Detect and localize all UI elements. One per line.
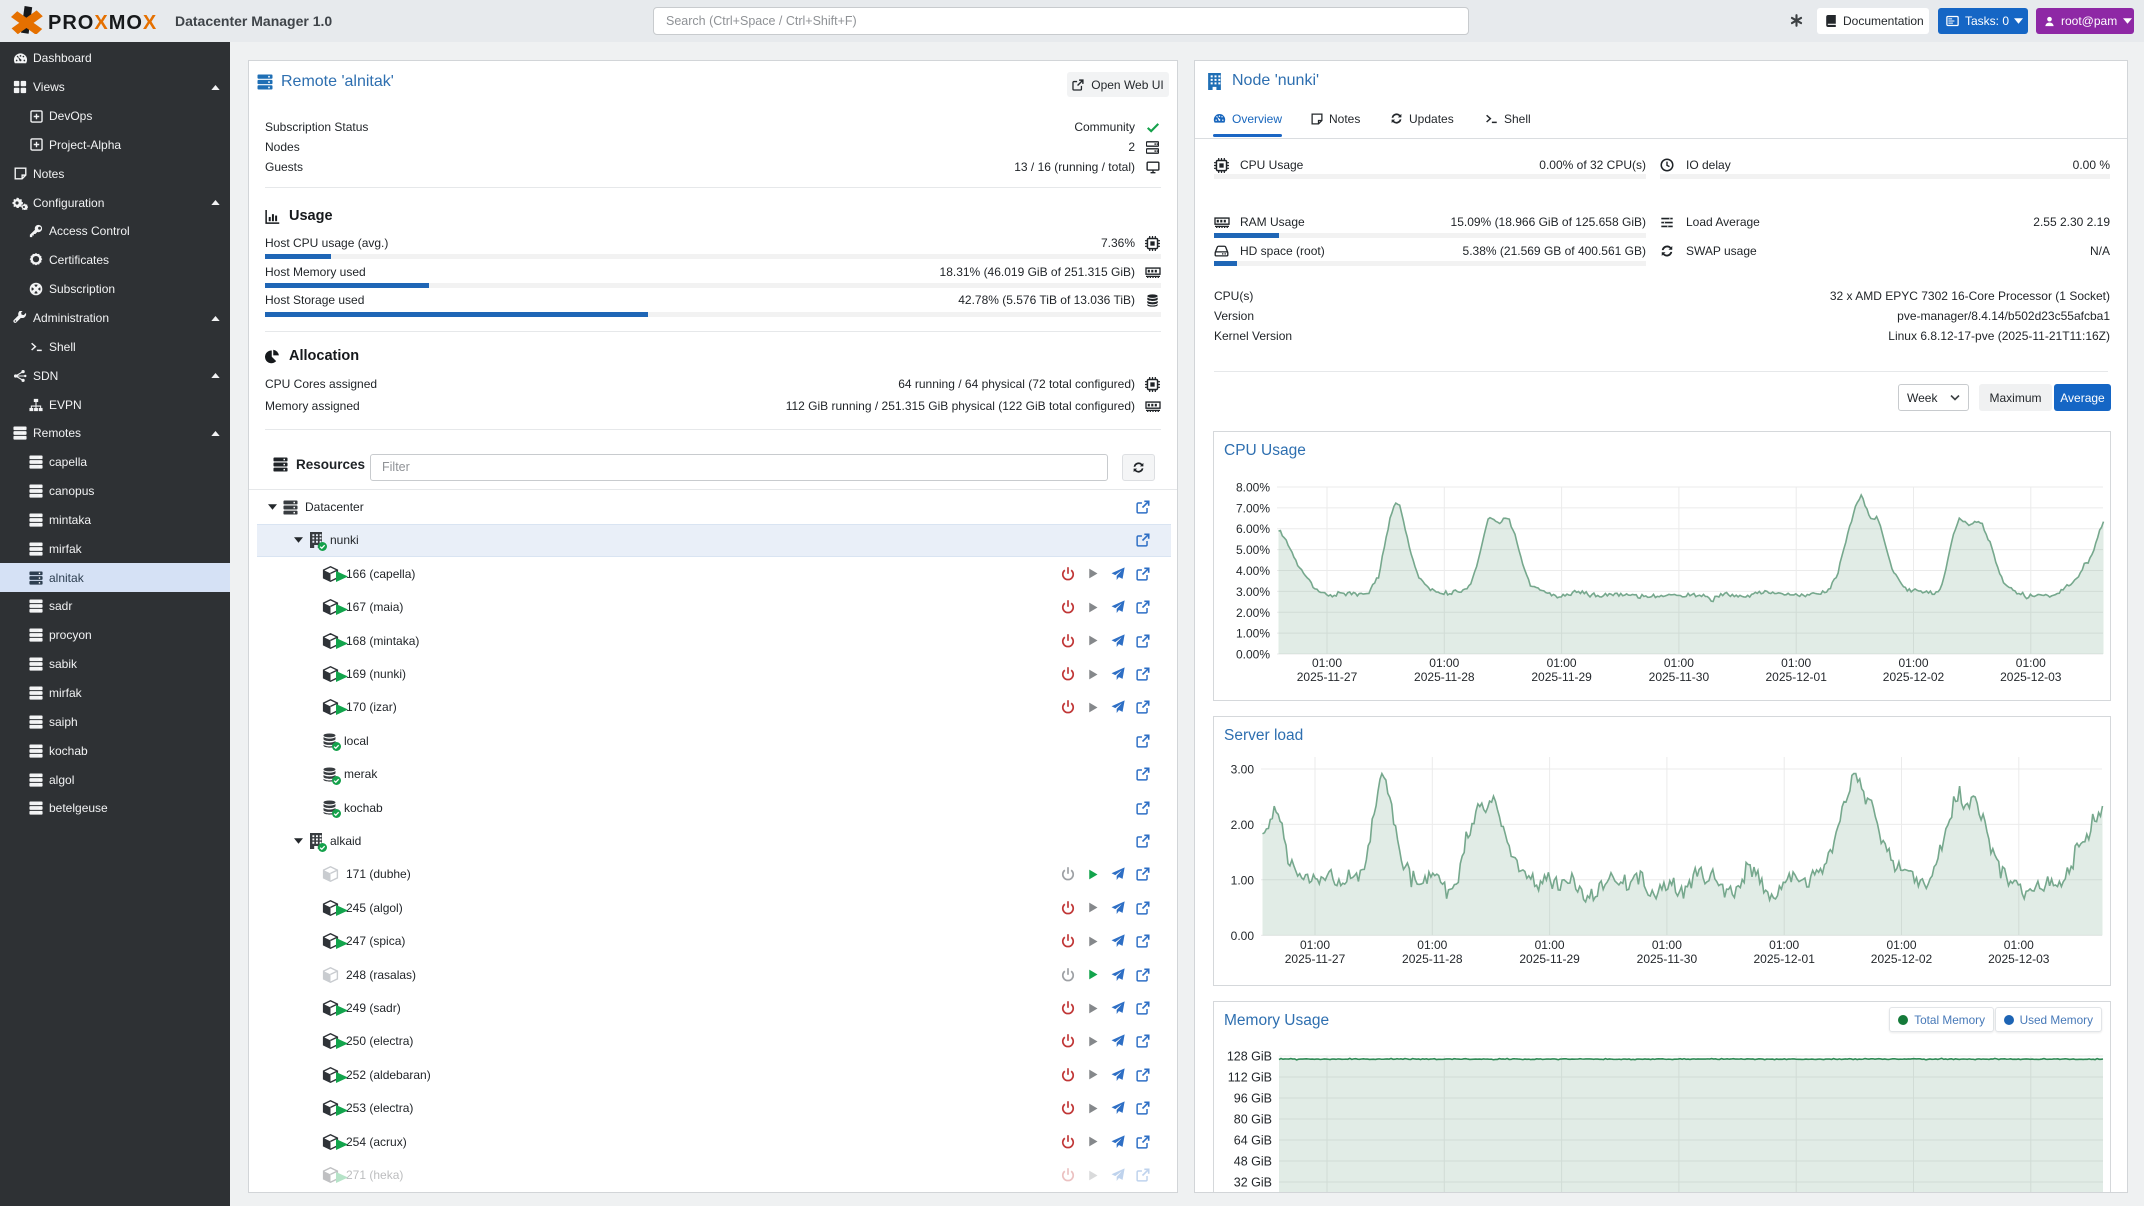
svg-text:01:00: 01:00 <box>1417 938 1447 952</box>
svg-text:48 GiB: 48 GiB <box>1234 1155 1272 1169</box>
svg-text:6.00%: 6.00% <box>1236 522 1270 536</box>
svg-text:01:00: 01:00 <box>1664 656 1694 670</box>
svg-text:2025-12-03: 2025-12-03 <box>2000 670 2062 684</box>
svg-text:2.00: 2.00 <box>1231 818 1255 832</box>
svg-text:0.00: 0.00 <box>1231 929 1255 943</box>
svg-text:2025-12-01: 2025-12-01 <box>1754 952 1816 966</box>
svg-text:5.00%: 5.00% <box>1236 543 1270 557</box>
svg-text:01:00: 01:00 <box>1547 656 1577 670</box>
svg-text:2025-11-30: 2025-11-30 <box>1649 670 1710 684</box>
svg-text:3.00: 3.00 <box>1231 763 1255 777</box>
svg-text:96 GiB: 96 GiB <box>1234 1092 1272 1106</box>
svg-text:2025-12-01: 2025-12-01 <box>1766 670 1828 684</box>
svg-text:2025-11-27: 2025-11-27 <box>1297 670 1358 684</box>
svg-text:2025-12-02: 2025-12-02 <box>1871 952 1933 966</box>
svg-text:7.00%: 7.00% <box>1236 501 1270 515</box>
svg-text:01:00: 01:00 <box>1429 656 1459 670</box>
svg-text:01:00: 01:00 <box>1886 938 1916 952</box>
svg-text:01:00: 01:00 <box>1652 938 1682 952</box>
svg-text:PROXMOX: PROXMOX <box>48 12 157 34</box>
svg-text:01:00: 01:00 <box>1312 656 1342 670</box>
svg-text:2025-11-28: 2025-11-28 <box>1414 670 1475 684</box>
svg-text:01:00: 01:00 <box>1535 938 1565 952</box>
svg-text:2025-12-03: 2025-12-03 <box>1988 952 2050 966</box>
svg-text:01:00: 01:00 <box>1769 938 1799 952</box>
svg-text:2.00%: 2.00% <box>1236 606 1270 620</box>
svg-text:112 GiB: 112 GiB <box>1228 1071 1272 1085</box>
svg-text:1.00%: 1.00% <box>1236 627 1270 641</box>
svg-text:80 GiB: 80 GiB <box>1234 1113 1272 1127</box>
svg-text:0.00%: 0.00% <box>1236 648 1270 662</box>
svg-text:01:00: 01:00 <box>1300 938 1330 952</box>
svg-text:2025-11-30: 2025-11-30 <box>1637 952 1698 966</box>
svg-text:4.00%: 4.00% <box>1236 564 1270 578</box>
svg-text:2025-11-29: 2025-11-29 <box>1531 670 1592 684</box>
svg-text:8.00%: 8.00% <box>1236 481 1270 495</box>
svg-text:2025-11-27: 2025-11-27 <box>1285 952 1346 966</box>
svg-text:32 GiB: 32 GiB <box>1234 1176 1272 1190</box>
svg-text:3.00%: 3.00% <box>1236 585 1270 599</box>
svg-text:1.00: 1.00 <box>1231 873 1255 887</box>
svg-text:128 GiB: 128 GiB <box>1227 1050 1272 1064</box>
svg-text:01:00: 01:00 <box>2016 656 2046 670</box>
svg-text:64 GiB: 64 GiB <box>1234 1134 1272 1148</box>
svg-text:2025-11-28: 2025-11-28 <box>1402 952 1463 966</box>
svg-text:2025-11-29: 2025-11-29 <box>1519 952 1580 966</box>
svg-text:01:00: 01:00 <box>1898 656 1928 670</box>
svg-text:01:00: 01:00 <box>1781 656 1811 670</box>
svg-text:2025-12-02: 2025-12-02 <box>1883 670 1945 684</box>
svg-text:01:00: 01:00 <box>2004 938 2034 952</box>
